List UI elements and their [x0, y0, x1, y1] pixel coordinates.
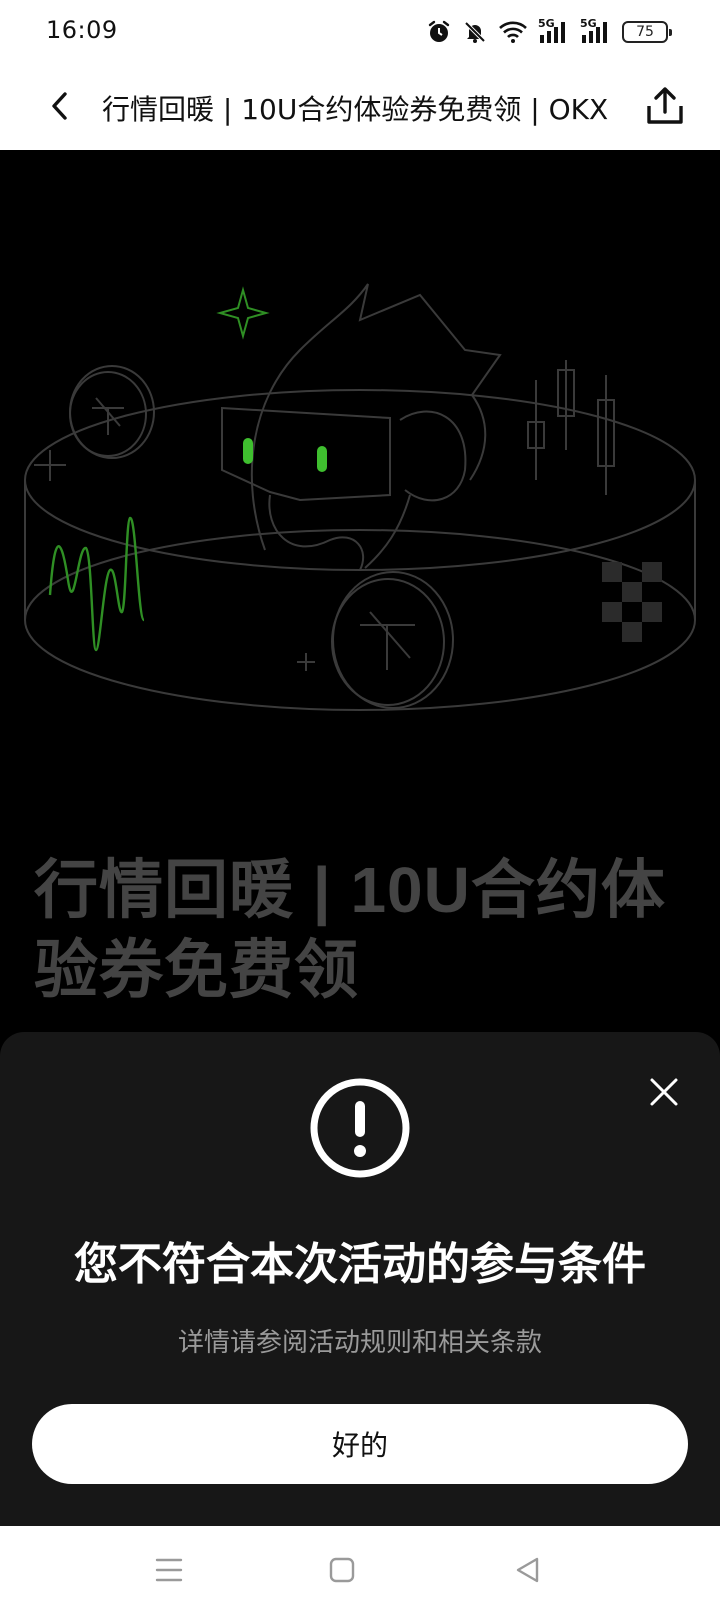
page-title: 行情回暖 | 10U合约体验券免费领 | OKX [102, 93, 609, 126]
mute-icon [462, 19, 488, 45]
wifi-icon [498, 20, 528, 44]
signal-5g-icon: 5G [538, 17, 570, 45]
close-icon [650, 1078, 678, 1106]
ok-button[interactable]: 好的 [32, 1404, 688, 1484]
back-triangle-icon [516, 1557, 539, 1583]
home-button[interactable] [320, 1548, 364, 1592]
status-bar: 16:09 5G 5G 75 [0, 0, 720, 62]
exclamation-circle-icon [310, 1078, 410, 1178]
battery-icon: 75 [622, 21, 672, 43]
dialog-subtitle: 详情请参阅活动规则和相关条款 [177, 1328, 542, 1358]
status-time: 16:09 [46, 16, 118, 44]
page-heading-line1: 行情回暖 | 10U合约体 [34, 854, 666, 926]
chevron-left-icon [52, 92, 67, 120]
back-nav-button[interactable] [506, 1548, 550, 1592]
ineligible-dialog: 您不符合本次活动的参与条件 详情请参阅活动规则和相关条款 好的 [0, 1032, 720, 1526]
battery-level: 75 [636, 24, 654, 40]
signal-5g-icon: 5G [580, 17, 612, 45]
close-button[interactable] [640, 1068, 688, 1116]
recent-apps-button[interactable] [147, 1548, 191, 1592]
share-button[interactable] [641, 82, 689, 130]
system-nav-bar [0, 1526, 720, 1612]
back-button[interactable] [38, 84, 82, 128]
page-heading-line2: 验券免费领 [34, 934, 359, 1006]
share-icon [647, 87, 683, 124]
dialog-title: 您不符合本次活动的参与条件 [74, 1240, 646, 1289]
page-heading: 行情回暖 | 10U合约体 验券免费领 [34, 850, 694, 1010]
alarm-icon [426, 19, 452, 45]
menu-icon [155, 1558, 183, 1582]
home-square-icon [329, 1557, 355, 1583]
status-icons: 5G 5G 75 [426, 17, 672, 47]
hero-illustration [24, 283, 696, 711]
nav-bar: 行情回暖 | 10U合约体验券免费领 | OKX [0, 62, 720, 150]
